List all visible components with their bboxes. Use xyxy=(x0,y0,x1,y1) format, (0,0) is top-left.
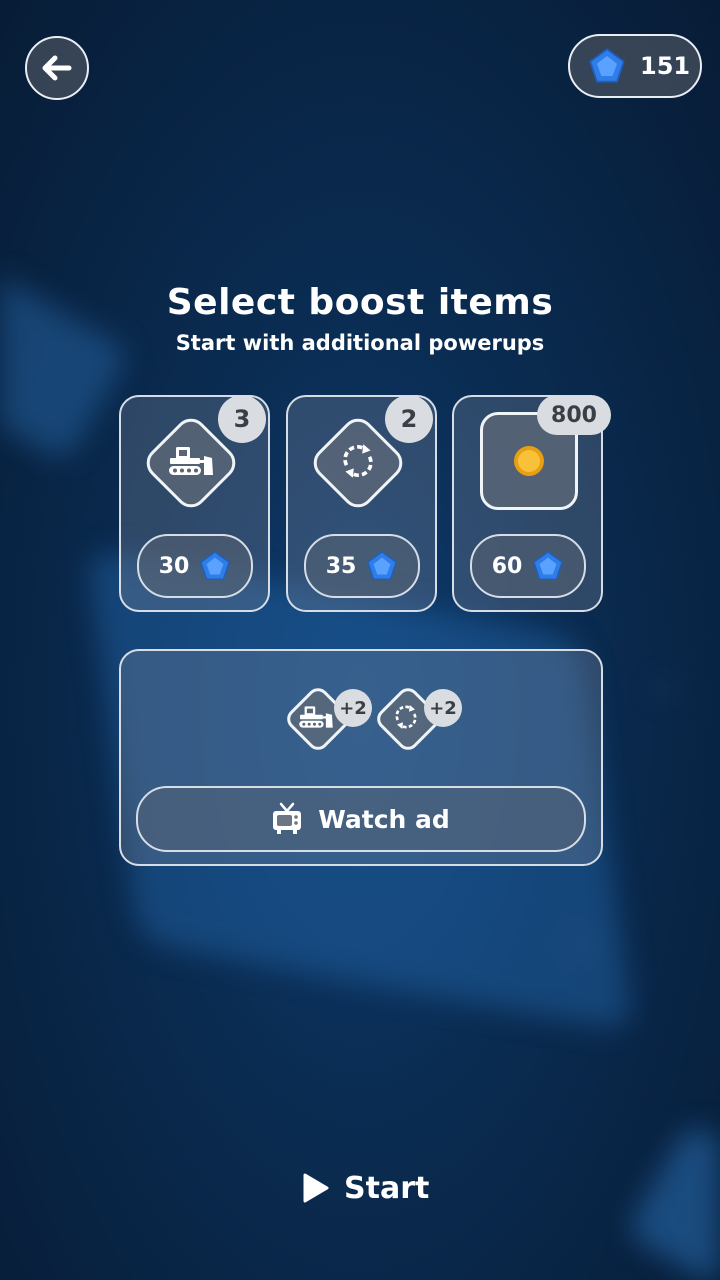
price-label: 35 xyxy=(325,553,357,579)
count-badge: 2 xyxy=(385,395,433,443)
start-button[interactable]: Start xyxy=(300,1160,430,1216)
buy-shuffle-button[interactable]: 35 xyxy=(304,534,420,598)
price-label: 30 xyxy=(158,553,190,579)
boost-card-bulldozer[interactable]: 3 30 xyxy=(119,395,270,612)
coin-icon xyxy=(514,446,544,476)
boost-card-shuffle[interactable]: 2 35 xyxy=(286,395,437,612)
buy-coin-button[interactable]: 60 xyxy=(470,534,586,598)
price-label: 60 xyxy=(491,553,523,579)
page-title: Select boost items xyxy=(166,282,554,323)
buy-bulldozer-button[interactable]: 30 xyxy=(137,534,253,598)
tv-icon xyxy=(273,802,302,834)
reward-amount-badge: +2 xyxy=(424,689,462,727)
back-arrow-icon xyxy=(42,55,72,81)
gem-counter[interactable]: 151 xyxy=(568,34,702,98)
blurred-game-board-background xyxy=(0,0,720,1280)
gem-icon xyxy=(366,550,398,582)
gem-icon xyxy=(532,550,564,582)
watch-ad-button[interactable]: Watch ad xyxy=(136,786,586,852)
back-button[interactable] xyxy=(25,36,89,100)
gem-count: 151 xyxy=(640,52,691,80)
gem-icon xyxy=(199,550,231,582)
shuffle-icon xyxy=(391,702,421,732)
count-badge: 3 xyxy=(218,395,266,443)
play-icon xyxy=(303,1173,329,1203)
ad-reward-shuffle: +2 xyxy=(366,677,462,757)
ad-reward-bulldozer: +2 xyxy=(276,677,372,757)
count-badge: 800 xyxy=(537,395,611,435)
bulldozer-icon xyxy=(166,444,216,478)
boost-card-coin[interactable]: 800 60 xyxy=(452,395,611,612)
watch-ad-panel: +2 +2 Watch ad xyxy=(119,649,603,866)
watch-ad-label: Watch ad xyxy=(318,804,450,834)
shuffle-icon xyxy=(337,440,379,482)
start-label: Start xyxy=(344,1170,430,1206)
page-subtitle: Start with additional powerups xyxy=(175,331,545,355)
bulldozer-icon xyxy=(297,704,335,730)
gem-icon xyxy=(588,47,626,85)
